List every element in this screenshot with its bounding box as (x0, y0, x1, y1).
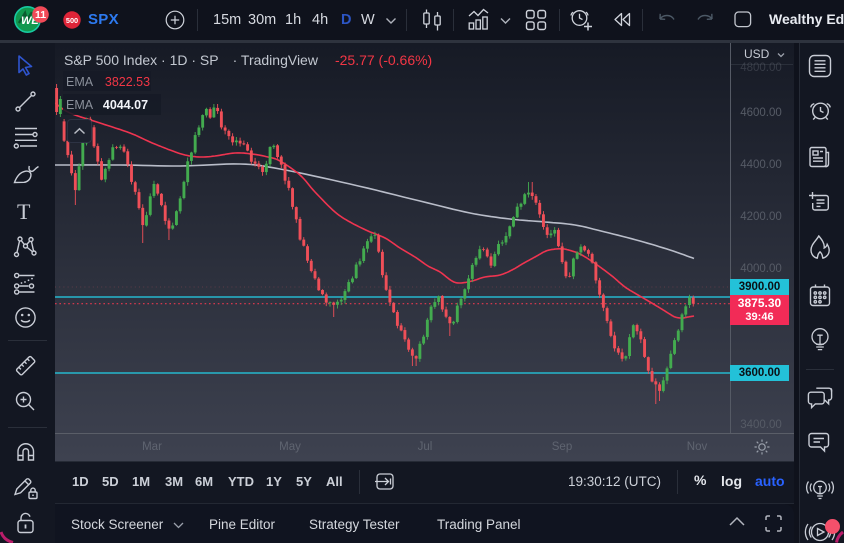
svg-text:500: 500 (66, 15, 78, 24)
svg-text:11: 11 (35, 9, 46, 21)
